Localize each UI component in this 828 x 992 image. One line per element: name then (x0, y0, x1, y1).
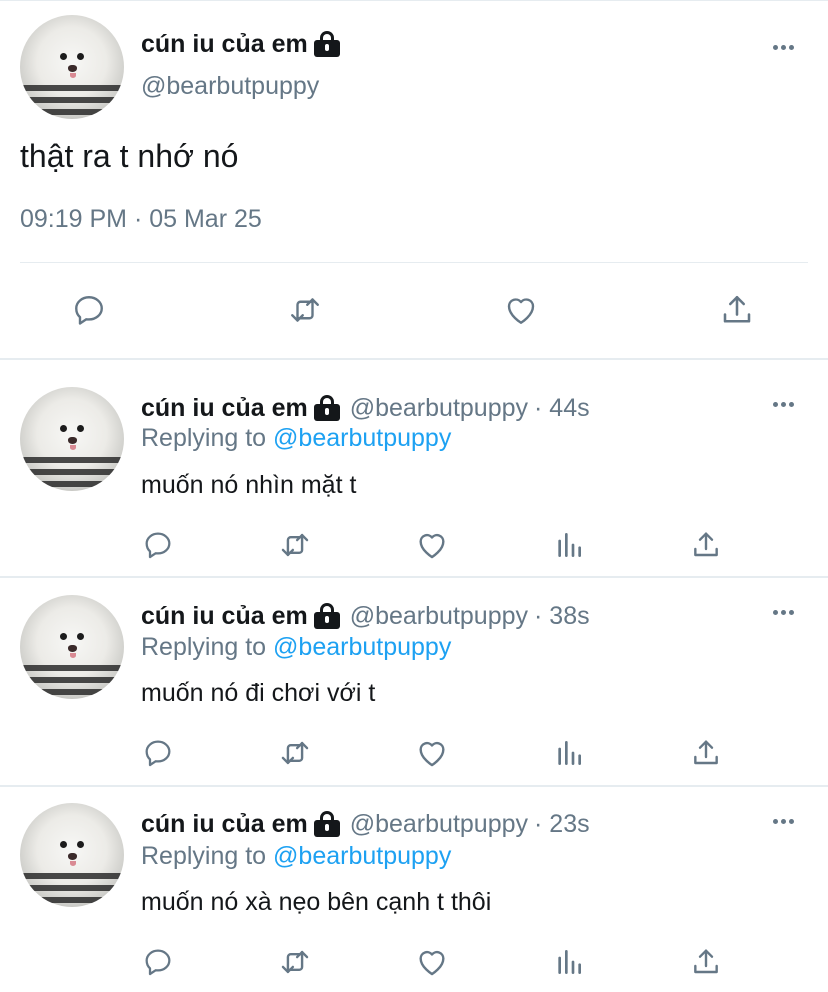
avatar[interactable] (20, 595, 124, 699)
retweet-button[interactable] (287, 292, 323, 328)
handle[interactable]: @bearbutpuppy (350, 394, 528, 423)
display-name[interactable]: cún iu của em (141, 30, 308, 59)
retweet-button[interactable] (277, 527, 313, 563)
analytics-icon (558, 950, 581, 974)
more-options-icon[interactable] (773, 819, 794, 824)
analytics-button[interactable] (551, 735, 587, 771)
reply-tweet: cún iu của em @bearbutpuppy · 23s Replyi… (0, 787, 828, 992)
reply-icon (75, 296, 103, 325)
like-button[interactable] (414, 527, 450, 563)
retweet-icon (291, 298, 319, 322)
share-icon (694, 740, 718, 765)
replying-to: Replying to @bearbutpuppy (141, 842, 451, 871)
replying-to-handle[interactable]: @bearbutpuppy (273, 424, 451, 452)
replying-to-handle[interactable]: @bearbutpuppy (273, 842, 451, 870)
share-button[interactable] (688, 527, 724, 563)
reply-icon (145, 740, 171, 767)
more-options-icon[interactable] (773, 45, 794, 50)
like-button[interactable] (414, 735, 450, 771)
reply-tweet: cún iu của em @bearbutpuppy · 44s Replyi… (0, 360, 828, 576)
lock-icon (313, 811, 340, 837)
tweet-text: muốn nó nhìn mặt t (141, 471, 357, 499)
reply-tweet: cún iu của em @bearbutpuppy · 38s Replyi… (0, 578, 828, 785)
author-row: cún iu của em @bearbutpuppy · 44s (141, 392, 590, 424)
share-button[interactable] (688, 735, 724, 771)
lock-icon (313, 395, 340, 421)
tweet-text: muốn nó đi chơi với t (141, 679, 376, 707)
reply-button[interactable] (140, 527, 176, 563)
replying-to-label: Replying to (141, 424, 267, 452)
author-row: cún iu của em @bearbutpuppy · 38s (141, 600, 590, 632)
display-name[interactable]: cún iu của em (141, 602, 308, 631)
like-icon (419, 950, 445, 976)
retweet-button[interactable] (277, 944, 313, 980)
share-button[interactable] (688, 944, 724, 980)
replying-to-label: Replying to (141, 842, 267, 870)
share-icon (723, 295, 751, 323)
like-icon (507, 298, 535, 324)
author-row: cún iu của em (141, 28, 340, 60)
replying-to-handle[interactable]: @bearbutpuppy (273, 633, 451, 661)
tweet-text: muốn nó xà nẹo bên cạnh t thôi (141, 888, 492, 916)
avatar[interactable] (20, 803, 124, 907)
retweet-icon (281, 533, 309, 557)
avatar[interactable] (20, 387, 124, 491)
reply-icon (145, 532, 171, 559)
main-tweet: cún iu của em @bearbutpuppy thật ra t nh… (0, 0, 828, 359)
reply-button[interactable] (140, 735, 176, 771)
like-icon (419, 741, 445, 767)
analytics-icon (558, 533, 581, 557)
display-name[interactable]: cún iu của em (141, 394, 308, 423)
handle[interactable]: @bearbutpuppy (350, 602, 528, 631)
timestamp[interactable]: 09:19 PM · 05 Mar 25 (20, 205, 262, 234)
tweet-text: thật ra t nhớ nó (20, 138, 239, 174)
like-icon (419, 533, 445, 559)
relative-time[interactable]: · 38s (534, 602, 590, 631)
avatar[interactable] (20, 15, 124, 119)
author-row: cún iu của em @bearbutpuppy · 23s (141, 808, 590, 840)
reply-button[interactable] (140, 944, 176, 980)
analytics-icon (558, 741, 581, 765)
retweet-button[interactable] (277, 735, 313, 771)
analytics-button[interactable] (551, 944, 587, 980)
lock-icon (313, 603, 340, 629)
divider (20, 262, 808, 263)
handle[interactable]: @bearbutpuppy (141, 72, 319, 101)
reply-icon (145, 949, 171, 976)
replying-to: Replying to @bearbutpuppy (141, 424, 451, 453)
relative-time[interactable]: · 23s (534, 810, 590, 839)
share-icon (694, 532, 718, 557)
analytics-button[interactable] (551, 527, 587, 563)
handle[interactable]: @bearbutpuppy (350, 810, 528, 839)
retweet-icon (281, 950, 309, 974)
like-button[interactable] (414, 944, 450, 980)
more-options-icon[interactable] (773, 610, 794, 615)
lock-icon (313, 31, 340, 57)
share-icon (694, 949, 718, 974)
reply-button[interactable] (71, 292, 107, 328)
retweet-icon (281, 741, 309, 765)
like-button[interactable] (503, 292, 539, 328)
relative-time[interactable]: · 44s (534, 394, 590, 423)
display-name[interactable]: cún iu của em (141, 810, 308, 839)
share-button[interactable] (719, 292, 755, 328)
more-options-icon[interactable] (773, 402, 794, 407)
replying-to-label: Replying to (141, 633, 267, 661)
replying-to: Replying to @bearbutpuppy (141, 633, 451, 662)
